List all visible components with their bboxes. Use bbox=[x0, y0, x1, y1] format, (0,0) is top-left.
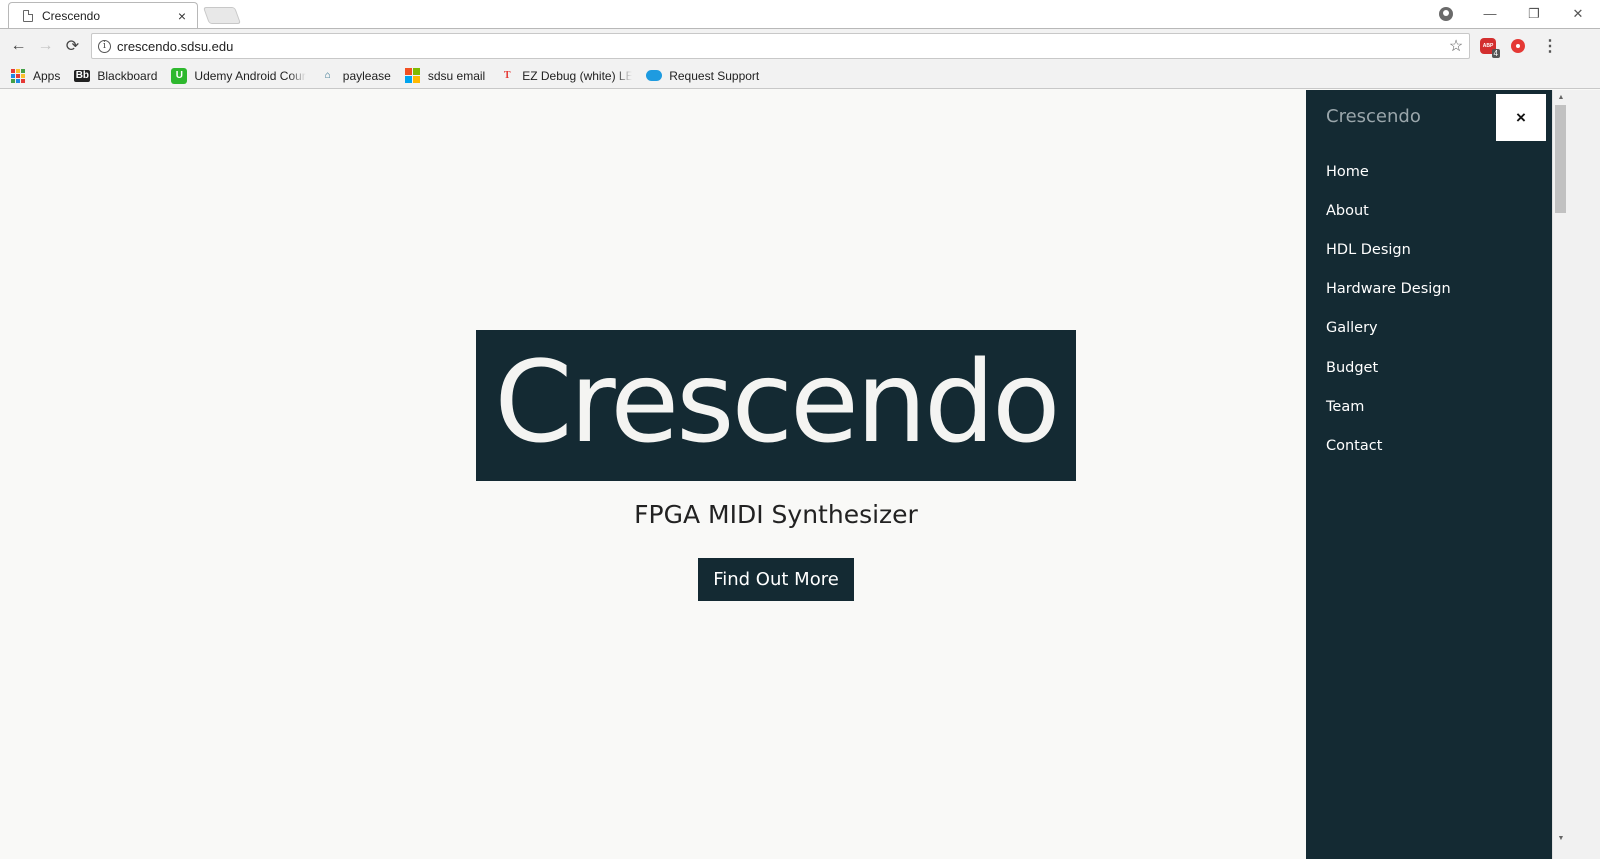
back-button[interactable]: ← bbox=[5, 33, 32, 60]
address-bar[interactable]: i crescendo.sdsu.edu ☆ bbox=[91, 33, 1470, 59]
bookmark-udemy[interactable]: U Udemy Android Cour bbox=[171, 67, 306, 84]
scroll-thumb[interactable] bbox=[1555, 105, 1566, 213]
bookmark-ez-debug[interactable]: T EZ Debug (white) LED bbox=[499, 68, 632, 84]
reload-button[interactable]: ⟳ bbox=[59, 33, 86, 60]
chrome-menu-button[interactable]: ⋮ bbox=[1540, 36, 1560, 56]
adblock-count-badge: 4 bbox=[1491, 49, 1500, 58]
scroll-down-arrow-icon[interactable]: ▼ bbox=[1553, 831, 1569, 845]
profile-icon bbox=[1439, 6, 1453, 21]
adblock-extension-button[interactable]: ABP 4 bbox=[1478, 36, 1500, 58]
browser-tab[interactable]: Crescendo × bbox=[8, 2, 198, 29]
tab-title: Crescendo bbox=[42, 9, 101, 23]
window-close-button[interactable]: ✕ bbox=[1556, 0, 1600, 27]
blackboard-icon: Bb bbox=[74, 69, 91, 82]
browser-toolbar: ← → ⟳ i crescendo.sdsu.edu ☆ ABP 4 ⋮ bbox=[0, 29, 1600, 63]
tab-close-icon[interactable]: × bbox=[175, 8, 189, 24]
microsoft-icon bbox=[405, 68, 421, 84]
bookmark-label: Request Support bbox=[669, 68, 760, 83]
bookmark-star-icon[interactable]: ☆ bbox=[1443, 36, 1469, 56]
house-icon: ⌂ bbox=[324, 70, 331, 81]
bookmark-request-support[interactable]: Request Support bbox=[646, 68, 759, 84]
bookmark-apps[interactable]: Apps bbox=[10, 68, 60, 84]
sidenav-brand[interactable]: Crescendo bbox=[1326, 106, 1421, 127]
nav-item-home[interactable]: Home bbox=[1326, 152, 1451, 191]
minimize-button[interactable]: — bbox=[1468, 0, 1512, 27]
salesforce-cloud-icon bbox=[646, 68, 663, 84]
bookmark-label: sdsu email bbox=[427, 68, 486, 83]
profile-button[interactable] bbox=[1424, 0, 1468, 27]
record-extension-button[interactable] bbox=[1508, 36, 1528, 56]
bookmark-label: EZ Debug (white) LED bbox=[522, 68, 633, 83]
nav-item-about[interactable]: About bbox=[1326, 191, 1451, 230]
bookmark-label: Apps bbox=[33, 68, 61, 83]
nav-item-hdl-design[interactable]: HDL Design bbox=[1326, 230, 1451, 269]
restore-button[interactable]: ❐ bbox=[1512, 0, 1556, 27]
info-icon[interactable]: i bbox=[98, 39, 111, 53]
browser-tab-strip: Crescendo × — ❐ ✕ bbox=[0, 0, 1600, 29]
bookmarks-bar: Apps Bb Blackboard U Udemy Android Cour … bbox=[0, 63, 1600, 89]
bookmark-label: Blackboard bbox=[97, 68, 158, 83]
page-scrollbar[interactable]: ▲ ▼ bbox=[1552, 90, 1568, 859]
bookmark-paylease[interactable]: ⌂ paylease bbox=[320, 68, 391, 84]
bookmark-sdsu-email[interactable]: sdsu email bbox=[405, 68, 485, 84]
nav-item-team[interactable]: Team bbox=[1326, 387, 1451, 426]
apps-grid-icon bbox=[10, 68, 26, 84]
hero-logo-text: Crescendo bbox=[494, 337, 1060, 468]
document-icon bbox=[23, 10, 33, 22]
side-navigation: Crescendo × Home About HDL Design Hardwa… bbox=[1306, 90, 1552, 859]
bookmark-blackboard[interactable]: Bb Blackboard bbox=[74, 69, 157, 83]
nav-item-hardware-design[interactable]: Hardware Design bbox=[1326, 270, 1451, 309]
hero-logo: Crescendo bbox=[476, 330, 1076, 481]
bookmark-label: Udemy Android Cour bbox=[194, 68, 306, 83]
find-out-more-button[interactable]: Find Out More bbox=[698, 558, 854, 601]
window-right-gutter bbox=[1568, 90, 1600, 859]
record-icon bbox=[1511, 39, 1525, 53]
url-text[interactable]: crescendo.sdsu.edu bbox=[117, 39, 1443, 54]
nav-item-gallery[interactable]: Gallery bbox=[1326, 309, 1451, 348]
hero-tagline: FPGA MIDI Synthesizer bbox=[634, 500, 918, 529]
tesla-icon: T bbox=[503, 70, 511, 81]
nav-item-contact[interactable]: Contact bbox=[1326, 426, 1451, 465]
scroll-up-arrow-icon[interactable]: ▲ bbox=[1553, 90, 1569, 104]
sidenav-list: Home About HDL Design Hardware Design Ga… bbox=[1326, 152, 1451, 466]
sidenav-close-button[interactable]: × bbox=[1496, 94, 1546, 141]
new-tab-button[interactable] bbox=[202, 7, 242, 24]
forward-button[interactable]: → bbox=[32, 33, 59, 60]
nav-item-budget[interactable]: Budget bbox=[1326, 348, 1451, 387]
udemy-icon: U bbox=[171, 67, 188, 84]
bookmark-label: paylease bbox=[342, 68, 391, 83]
window-controls: — ❐ ✕ bbox=[1424, 0, 1600, 27]
